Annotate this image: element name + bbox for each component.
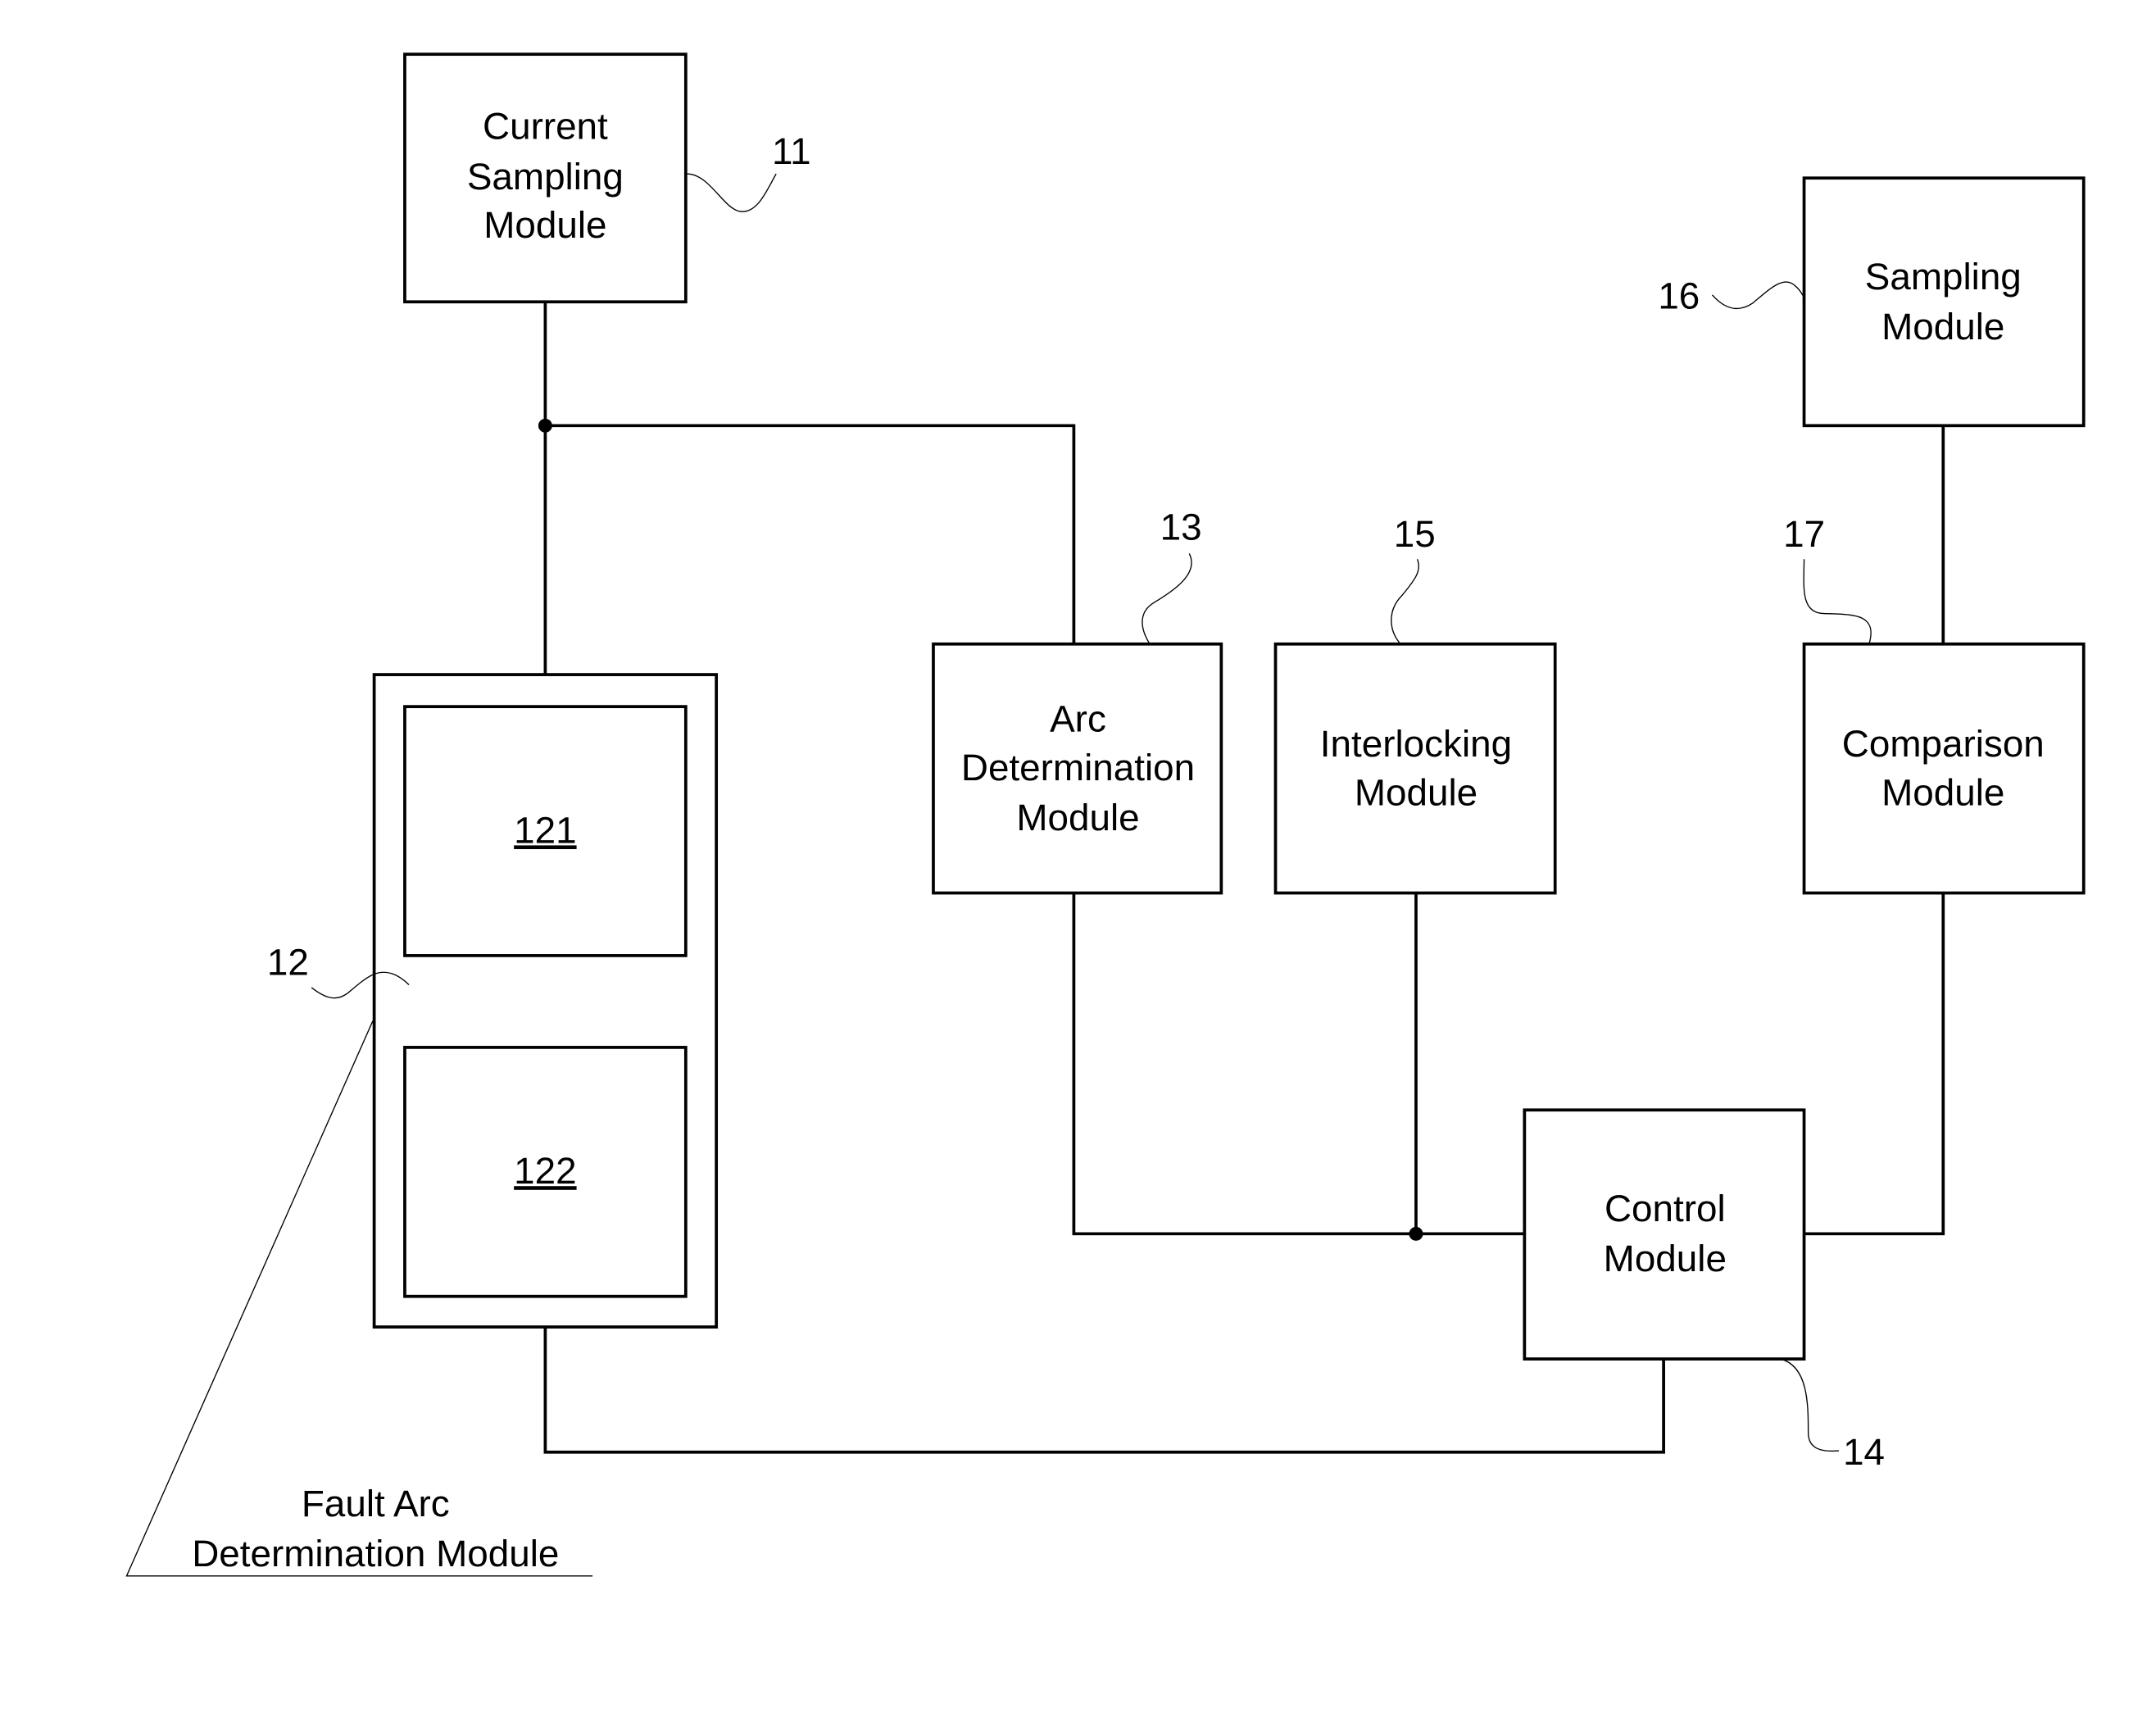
leader-line-15	[1391, 558, 1419, 643]
leader-line-11	[687, 173, 777, 212]
leader-line-13	[1142, 553, 1192, 643]
arc-determination-label-line3: Module	[1016, 797, 1139, 838]
ref-number-12: 12	[267, 942, 309, 984]
comparison-module: Comparison Module 17	[1783, 513, 2086, 895]
wire-junction-to-arc	[545, 424, 1076, 644]
sampling-box	[1802, 176, 2086, 428]
junction-dot-top	[538, 418, 552, 433]
fault-arc-callout-line1: Fault Arc	[302, 1483, 450, 1524]
wire-comparison-to-control	[1804, 893, 1945, 1236]
ref-number-15: 15	[1394, 513, 1436, 555]
leader-line-14	[1780, 1358, 1840, 1452]
submodule-122-label: 122	[514, 1150, 576, 1192]
ref-number-16: 16	[1658, 275, 1700, 317]
comparison-label-line2: Module	[1881, 772, 2004, 814]
ref-number-13: 13	[1160, 506, 1202, 547]
sampling-label-line1: Sampling	[1865, 256, 2022, 298]
interlocking-label-line1: Interlocking	[1320, 723, 1512, 765]
interlocking-label-line2: Module	[1355, 772, 1477, 814]
fault-arc-module: 121 122 12 Fault Arc Determination Modul…	[125, 673, 719, 1577]
arc-determination-label-line1: Arc	[1050, 698, 1106, 740]
ref-number-17: 17	[1783, 513, 1825, 555]
leader-line-16	[1712, 281, 1805, 309]
interlocking-box	[1273, 642, 1557, 895]
block-diagram: Current Sampling Module 11 121 122 12 Fa…	[125, 52, 2086, 1577]
arc-determination-label-line2: Determination	[961, 747, 1195, 788]
control-module: Control Module 14	[1523, 1108, 1885, 1473]
control-label-line2: Module	[1604, 1238, 1727, 1279]
current-sampling-label-line3: Module	[483, 204, 606, 246]
comparison-label-line1: Comparison	[1842, 723, 2045, 765]
junction-dot-bus	[1409, 1226, 1423, 1241]
current-sampling-module: Current Sampling Module 11	[403, 52, 811, 304]
current-sampling-label-line1: Current	[483, 106, 608, 148]
sampling-label-line2: Module	[1881, 306, 2004, 348]
interlocking-module: Interlocking Module 15	[1273, 513, 1557, 895]
comparison-box	[1802, 642, 2086, 895]
wire-arc-to-control	[1072, 893, 1525, 1236]
control-label-line1: Control	[1605, 1188, 1726, 1229]
leader-line-17	[1803, 559, 1872, 643]
submodule-121-label: 121	[514, 809, 576, 851]
ref-number-14: 14	[1843, 1431, 1885, 1473]
arc-determination-module: Arc Determination Module 13	[932, 506, 1223, 895]
control-box	[1523, 1108, 1806, 1361]
ref-number-11: 11	[772, 130, 811, 172]
current-sampling-label-line2: Sampling	[467, 156, 624, 198]
sampling-module: Sampling Module 16	[1658, 176, 2086, 428]
fault-arc-callout-line2: Determination Module	[192, 1533, 559, 1574]
